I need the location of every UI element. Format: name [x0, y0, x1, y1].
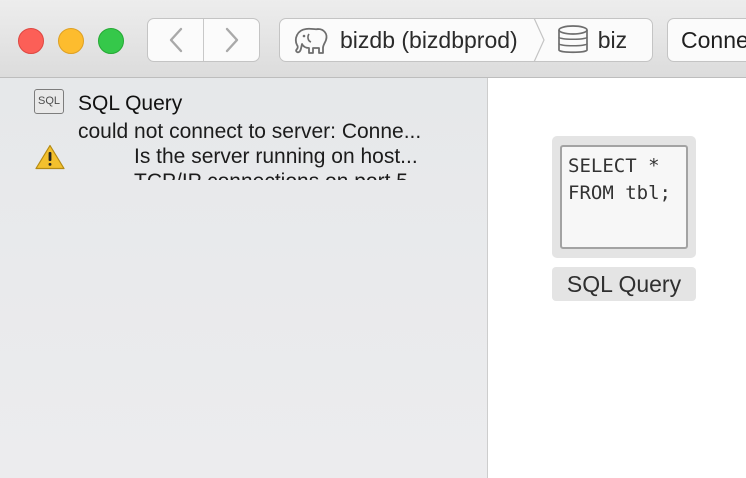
error-line: could not connect to server: Conne... [78, 120, 422, 143]
database-cylinder-icon [557, 25, 588, 54]
sidebar: SQL SQL Query could not connect to serve… [0, 78, 488, 478]
breadcrumb-schema[interactable]: biz [546, 19, 627, 61]
minimize-window-button[interactable] [58, 28, 84, 54]
window-toolbar: bizdb (bizdbprod) biz Conne [0, 0, 746, 78]
database-name: bizdb (bizdbprod) [340, 26, 518, 53]
error-line: TCP/IP connections on port 5 [134, 170, 408, 180]
connect-button[interactable]: Conne [667, 18, 746, 62]
sql-query-icon: SQL [34, 89, 64, 114]
sql-query-snippet[interactable]: SELECT * FROM tbl; [552, 136, 696, 258]
sql-code-preview: SELECT * FROM tbl; [560, 145, 688, 249]
chevron-right-icon [225, 27, 238, 53]
error-message: could not connect to server: Conne... Is… [0, 118, 487, 180]
zoom-window-button[interactable] [98, 28, 124, 54]
error-line: Is the server running on host... [134, 145, 418, 168]
sidebar-query-title[interactable]: SQL Query [78, 92, 182, 116]
breadcrumb-separator-icon [533, 18, 545, 62]
back-button[interactable] [148, 19, 203, 61]
postgres-elephant-icon [294, 27, 328, 54]
snippet-caption[interactable]: SQL Query [552, 267, 696, 301]
forward-button[interactable] [203, 19, 259, 61]
main-content: SELECT * FROM tbl; SQL Query [488, 78, 746, 478]
schema-name: biz [597, 26, 628, 53]
breadcrumb-database[interactable]: bizdb (bizdbprod) [280, 19, 532, 61]
close-window-button[interactable] [18, 28, 44, 54]
chevron-left-icon [169, 27, 182, 53]
navigation-buttons [147, 18, 260, 62]
breadcrumb: bizdb (bizdbprod) biz [279, 18, 653, 62]
